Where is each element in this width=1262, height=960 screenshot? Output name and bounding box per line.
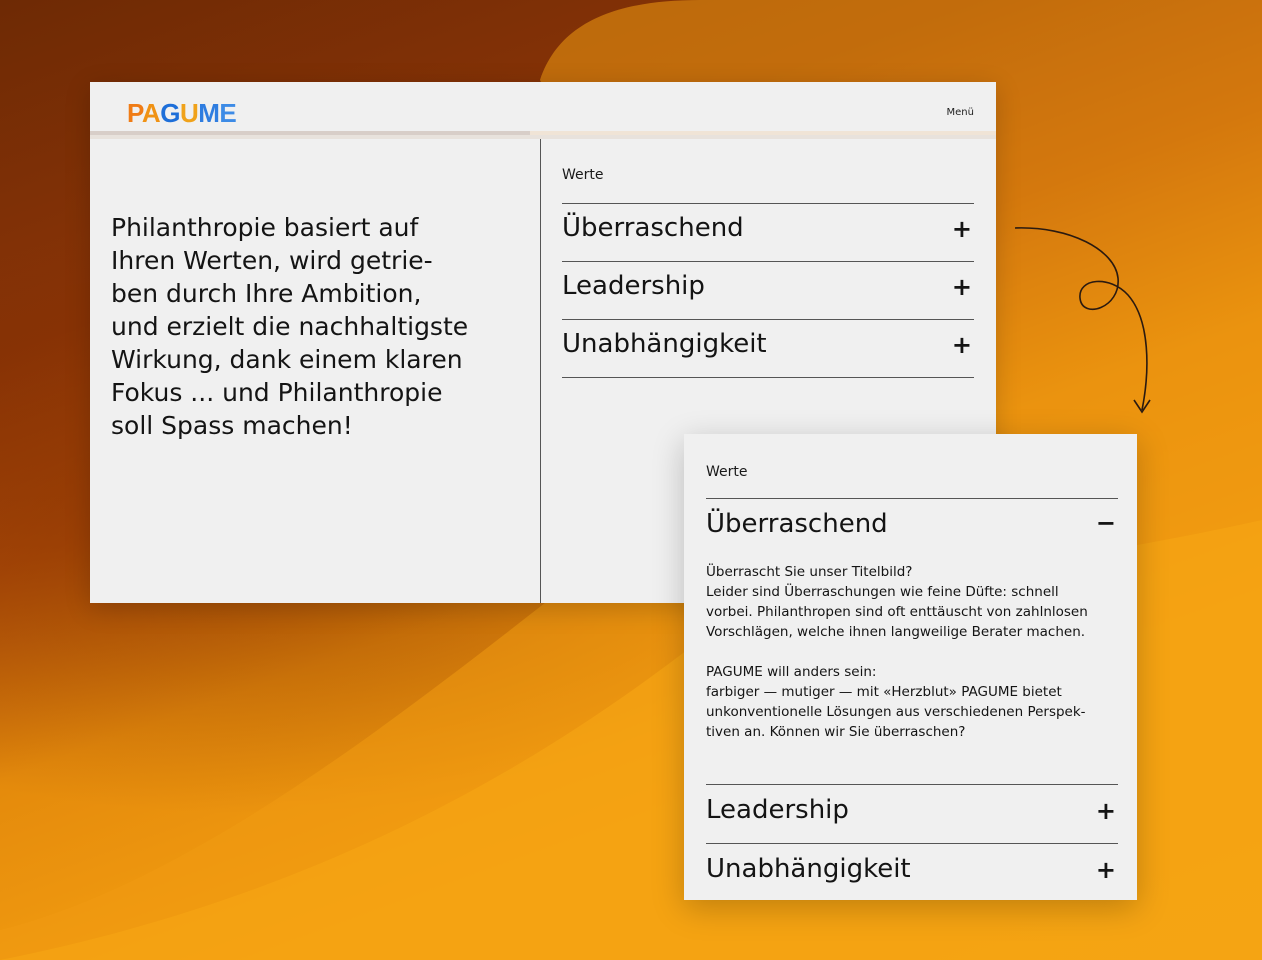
logo-letter: E	[219, 98, 237, 128]
minus-icon[interactable]: −	[1096, 509, 1116, 537]
accordion-title: Unabhängigkeit	[562, 329, 767, 359]
accordion-item-leadership[interactable]: Leadership +	[562, 261, 974, 319]
header-divider	[90, 131, 530, 135]
header-divider	[530, 131, 996, 135]
values-accordion: Werte Überraschend + Leadership + Unabhä…	[562, 139, 974, 378]
accordion-item-leadership[interactable]: Leadership +	[706, 784, 1118, 843]
plus-icon[interactable]: +	[1096, 856, 1116, 884]
site-header: PAGUME Menü	[90, 82, 996, 139]
logo-letter: G	[160, 98, 180, 128]
accordion-item-unabhaengigkeit[interactable]: Unabhängigkeit +	[706, 843, 1118, 900]
values-label: Werte	[706, 464, 748, 480]
accordion-body: Überrascht Sie unser Titelbild? Leider s…	[706, 564, 1088, 740]
curly-arrow-icon	[1014, 227, 1151, 414]
accordion-item-ueberraschend-expanded[interactable]: Überraschend − Überrascht Sie unser Tite…	[706, 498, 1118, 784]
pagume-logo[interactable]: PAGUME	[127, 98, 237, 128]
logo-letter: M	[198, 98, 220, 128]
accordion-title: Überraschend	[562, 213, 744, 243]
expanded-values-card: Werte Überraschend − Überrascht Sie unse…	[684, 434, 1137, 900]
plus-icon[interactable]: +	[952, 273, 972, 301]
accordion-title: Überraschend	[706, 509, 888, 539]
menu-button[interactable]: Menü	[947, 107, 974, 118]
logo-letter: U	[179, 98, 199, 128]
intro-text: Philanthropie basiert auf Ihren Werten, …	[111, 213, 469, 440]
intro-pane: Philanthropie basiert auf Ihren Werten, …	[90, 139, 541, 603]
logo-letter: P	[127, 98, 142, 128]
accordion-title: Leadership	[706, 795, 849, 825]
accordion-title: Leadership	[562, 271, 705, 301]
values-label: Werte	[562, 167, 604, 183]
plus-icon[interactable]: +	[952, 215, 972, 243]
accordion-item-unabhaengigkeit[interactable]: Unabhängigkeit +	[562, 319, 974, 378]
logo-letter: A	[141, 98, 161, 128]
accordion-item-ueberraschend[interactable]: Überraschend +	[562, 203, 974, 261]
accordion-title: Unabhängigkeit	[706, 854, 911, 884]
plus-icon[interactable]: +	[952, 331, 972, 359]
plus-icon[interactable]: +	[1096, 797, 1116, 825]
